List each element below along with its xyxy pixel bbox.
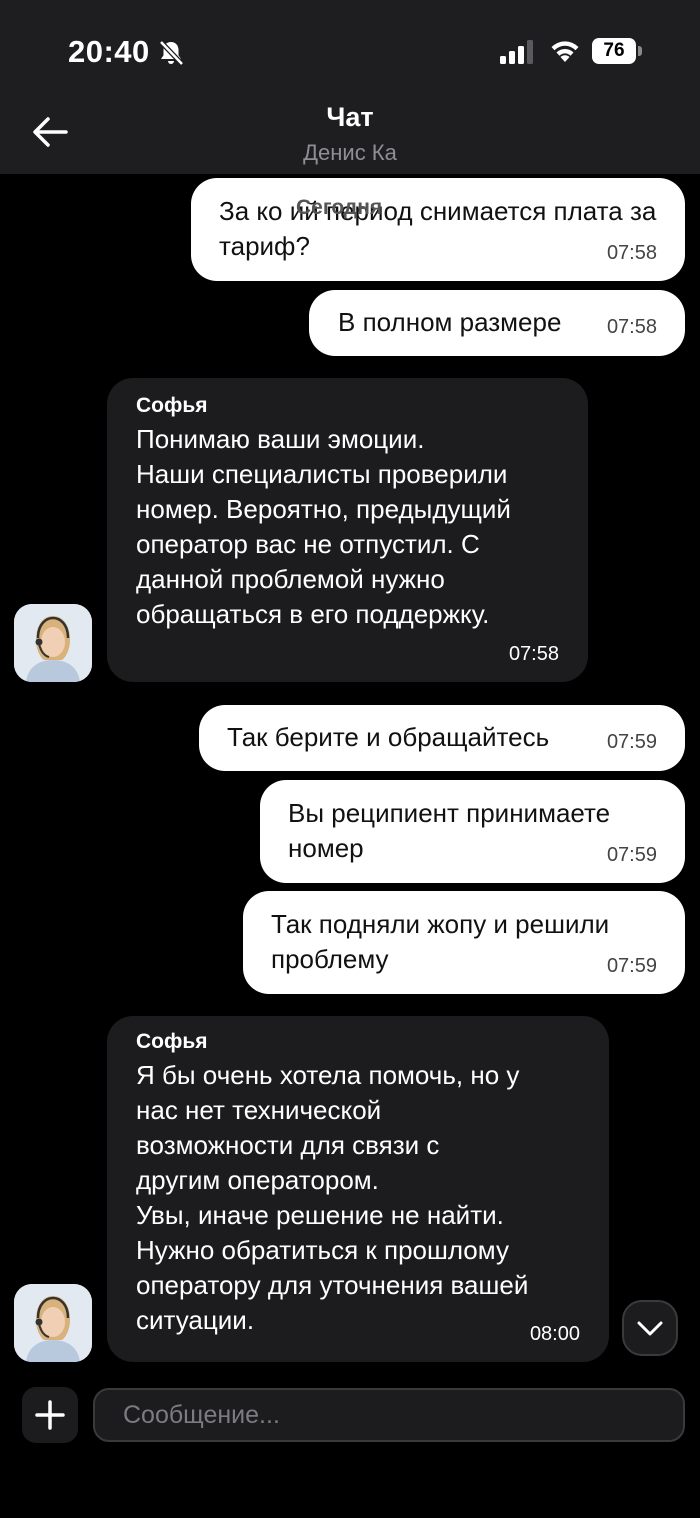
- scroll-down-button[interactable]: [622, 1300, 678, 1356]
- message-time: 07:59: [606, 731, 657, 753]
- cellular-signal-icon: [500, 40, 533, 64]
- message-text: В полном размере: [338, 307, 562, 337]
- sender-name: Софья: [136, 1030, 208, 1053]
- message-text: За ко ий период снимается плата за тариф…: [219, 196, 657, 261]
- message-text: Так берите и обращайтесь: [227, 722, 550, 752]
- date-divider: Сегодня: [296, 196, 383, 219]
- outgoing-message[interactable]: Так подняли жопу и решили проблему 07:59: [243, 891, 685, 994]
- status-time: 20:40: [68, 34, 150, 69]
- outgoing-message[interactable]: За ко ий период снимается плата за тариф…: [191, 178, 685, 281]
- incoming-message[interactable]: Софья Я бы очень хотела помочь, но у нас…: [107, 1016, 609, 1362]
- message-time: 07:58: [508, 643, 559, 665]
- incoming-message[interactable]: Софья Понимаю ваши эмоции. Наши специали…: [107, 378, 588, 682]
- agent-avatar-image: [14, 604, 92, 682]
- agent-avatar[interactable]: [14, 1284, 92, 1362]
- bell-slash-icon: [159, 40, 184, 66]
- message-time: 07:58: [606, 316, 657, 338]
- chat-subtitle: Денис Ка: [303, 140, 397, 165]
- battery-nub: [638, 46, 642, 56]
- outgoing-message[interactable]: Вы реципиент принимаете номер 07:59: [260, 780, 685, 883]
- message-text: Я бы очень хотела помочь, но у нас нет т…: [136, 1060, 529, 1335]
- message-time: 07:59: [606, 844, 657, 866]
- outgoing-message[interactable]: В полном размере 07:58: [309, 290, 685, 356]
- status-bar: 20:40 76: [0, 0, 700, 92]
- message-time: 08:00: [529, 1323, 580, 1345]
- outgoing-message[interactable]: Так берите и обращайтесь 07:59: [199, 705, 685, 771]
- plus-icon: [35, 1400, 65, 1430]
- sender-name: Софья: [136, 394, 208, 417]
- message-time: 07:59: [606, 955, 657, 977]
- chat-header: Чат Денис Ка: [0, 92, 700, 174]
- battery-level: 76: [592, 38, 636, 64]
- message-text: Понимаю ваши эмоции. Наши специалисты пр…: [136, 424, 511, 629]
- agent-avatar-image: [14, 1284, 92, 1362]
- agent-avatar[interactable]: [14, 604, 92, 682]
- chat-title: Чат: [326, 102, 374, 132]
- chevron-down-icon: [637, 1321, 663, 1336]
- battery-indicator: 76: [592, 38, 642, 64]
- attach-button[interactable]: [22, 1387, 78, 1443]
- message-input[interactable]: [93, 1388, 685, 1442]
- message-time: 07:58: [606, 242, 657, 264]
- wifi-icon: [551, 41, 579, 62]
